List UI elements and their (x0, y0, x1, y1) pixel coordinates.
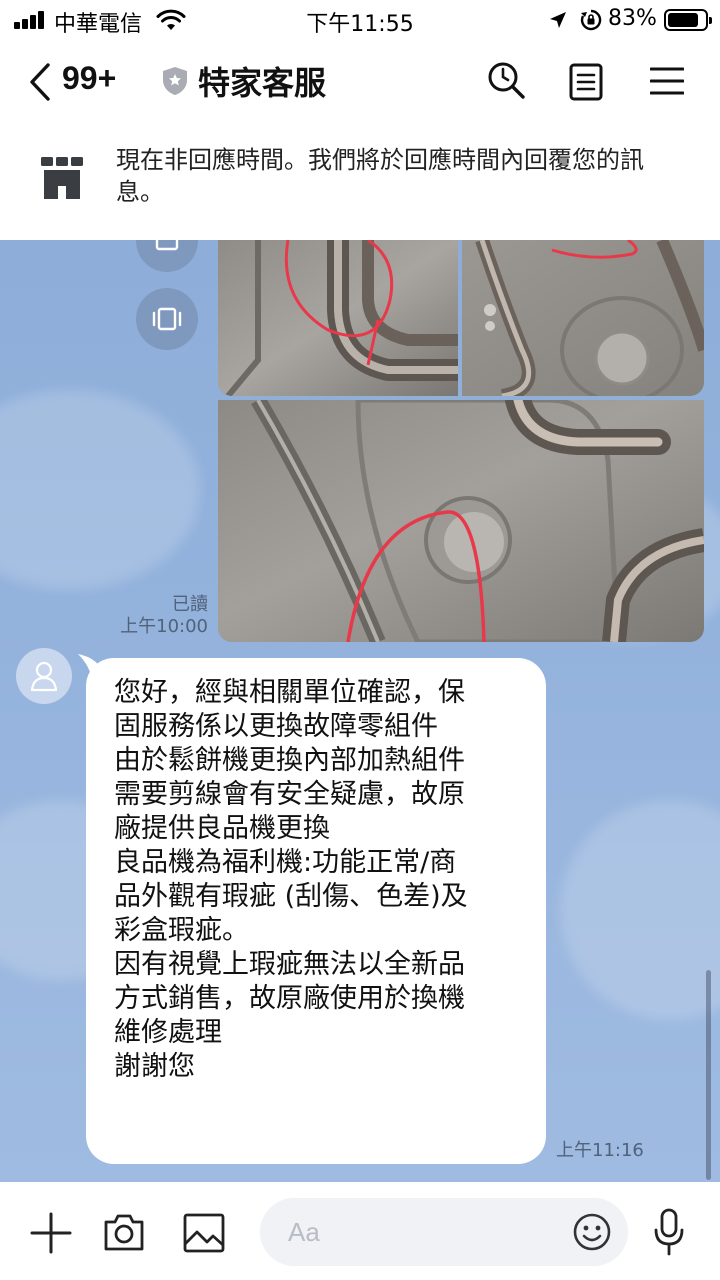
scrollbar[interactable] (706, 970, 711, 1180)
off-hours-notice: 現在非回應時間。我們將於回應時間內回覆您的訊息。 (0, 124, 720, 240)
plus-icon[interactable] (30, 1212, 72, 1254)
album-button[interactable] (136, 288, 198, 350)
photo-image (218, 240, 458, 396)
camera-icon[interactable] (102, 1212, 146, 1252)
rotation-lock-icon (580, 9, 602, 31)
message-text: 您好，經與相關單位確認，保 固服務係以更換故障零組件 由於鬆餅機更換內部加熱組件… (114, 677, 468, 1082)
shield-icon (163, 67, 187, 95)
share-icon (155, 240, 179, 251)
photo-thumbnail[interactable] (462, 240, 704, 396)
photo-image (218, 400, 704, 642)
chevron-left-icon[interactable] (26, 62, 54, 102)
photo-image (462, 240, 704, 396)
photo-thumbnail[interactable] (218, 240, 458, 396)
battery-icon (664, 9, 712, 31)
location-arrow-icon (550, 12, 566, 28)
menu-icon[interactable] (650, 66, 684, 96)
emoji-icon[interactable] (572, 1212, 612, 1252)
person-icon (30, 661, 58, 692)
mic-icon[interactable] (652, 1208, 686, 1256)
chat-header: 99+ 特家客服 (0, 40, 720, 124)
chat-title[interactable]: 特家客服 (198, 58, 326, 104)
status-bar: 中華電信 下午11:55 83% (0, 0, 720, 40)
note-icon[interactable] (568, 62, 604, 102)
avatar[interactable] (16, 648, 72, 704)
received-timestamp: 上午11:16 (556, 1140, 644, 1161)
store-icon (41, 157, 83, 199)
unread-count[interactable]: 99+ (62, 60, 116, 97)
album-icon (152, 307, 182, 331)
notice-text: 現在非回應時間。我們將於回應時間內回覆您的訊息。 (116, 146, 644, 206)
image-icon[interactable] (182, 1212, 226, 1254)
share-button[interactable] (136, 240, 198, 272)
photo-main[interactable] (218, 400, 704, 642)
chat-area[interactable]: 已讀 上午10:00 您好，經與相關單位確認，保 固服務係以更換故障零組件 由於… (0, 240, 720, 1182)
battery-percent: 83% (608, 6, 657, 31)
sent-timestamp: 上午10:00 (120, 616, 208, 637)
input-bar (0, 1182, 720, 1280)
search-icon[interactable] (486, 60, 526, 100)
